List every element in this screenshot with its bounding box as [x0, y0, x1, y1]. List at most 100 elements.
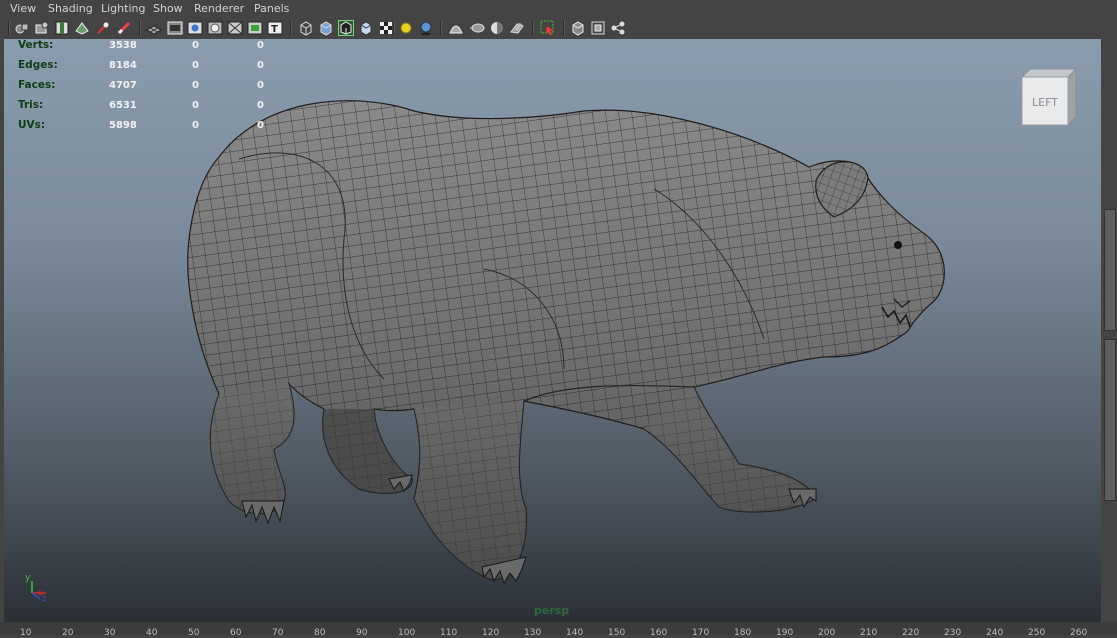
xray-components-icon[interactable]	[610, 20, 626, 36]
ruler-tick: 190	[776, 628, 794, 638]
view-cube[interactable]: LEFT	[1016, 67, 1080, 129]
axis-y-label: y	[25, 573, 31, 583]
hud-edges-value: 8184	[109, 60, 137, 71]
hud-faces-label: Faces:	[18, 79, 56, 91]
time-slider-ruler[interactable]: 10 20 30 40 50 60 70 80 90 100 110 120 1…	[0, 622, 1117, 638]
view-cube-face-label[interactable]: LEFT	[1032, 96, 1058, 109]
motion-blur-icon[interactable]	[469, 20, 485, 36]
use-all-lights-icon[interactable]	[398, 20, 414, 36]
camera-name-label: persp	[534, 604, 570, 617]
ruler-tick: 250	[1028, 628, 1046, 638]
hud-tris-label: Tris:	[18, 99, 44, 111]
isolate-select-icon[interactable]	[540, 20, 556, 36]
ruler-tick: 200	[818, 628, 836, 638]
grid-icon[interactable]	[146, 20, 162, 36]
select-camera-icon[interactable]	[14, 20, 30, 36]
grease-pencil-icon[interactable]	[116, 20, 132, 36]
ruler-tick: 100	[398, 628, 416, 638]
ruler-tick: 210	[860, 628, 878, 638]
smooth-shade-icon[interactable]	[318, 20, 334, 36]
toolbar-separator	[290, 21, 292, 35]
hud-uvs-value: 5898	[109, 120, 137, 131]
title-safe-text-icon[interactable]: T	[267, 20, 283, 36]
ruler-tick: 70	[272, 628, 284, 638]
textured-icon[interactable]	[378, 20, 394, 36]
multisample-aa-icon[interactable]	[489, 20, 505, 36]
axis-gizmo: y x z	[24, 571, 64, 603]
scrollbar-thumb-lower[interactable]	[1104, 339, 1116, 501]
menu-panels[interactable]: Panels	[254, 2, 289, 15]
toolbar-separator	[563, 21, 565, 35]
toolbar-separator	[532, 21, 534, 35]
menu-renderer[interactable]: Renderer	[194, 2, 244, 15]
ruler-tick: 240	[986, 628, 1004, 638]
hud-uvs-label: UVs:	[18, 119, 46, 131]
xray-joints-icon[interactable]	[590, 20, 606, 36]
hud-faces-value: 4707	[109, 80, 137, 91]
hud-tris-value: 6531	[109, 100, 137, 111]
hud-verts-value: 3538	[109, 40, 137, 51]
hud-faces-selected: 0	[192, 80, 199, 91]
hud-verts-tris: 0	[257, 40, 264, 51]
hud-uvs-selected: 0	[192, 120, 199, 131]
resolution-gate-icon[interactable]	[187, 20, 203, 36]
depth-of-field-icon[interactable]	[509, 20, 525, 36]
bookmark-icon[interactable]	[54, 20, 70, 36]
menu-shading[interactable]: Shading	[48, 2, 93, 15]
hud-tris-tris: 0	[257, 100, 264, 111]
ruler-tick: 10	[20, 628, 32, 638]
toolbar-separator	[139, 21, 141, 35]
bear-mesh[interactable]	[4, 39, 1101, 622]
camera-attributes-icon[interactable]	[34, 20, 50, 36]
gate-mask-icon[interactable]	[207, 20, 223, 36]
perspective-viewport[interactable]: Verts: 3538 0 0 Edges: 8184 0 0 Faces: 4…	[4, 39, 1101, 622]
axis-z-label: z	[42, 594, 46, 601]
viewport-right-scrollbar[interactable]	[1101, 39, 1117, 622]
title-safe-icon[interactable]	[247, 20, 263, 36]
ruler-tick: 50	[188, 628, 200, 638]
wireframe-icon[interactable]	[298, 20, 314, 36]
bear-body[interactable]	[154, 79, 974, 599]
ruler-tick: 30	[104, 628, 116, 638]
ruler-tick: 90	[356, 628, 368, 638]
scrollbar-thumb-upper[interactable]	[1104, 209, 1116, 331]
ruler-tick: 150	[608, 628, 626, 638]
image-plane-icon[interactable]	[74, 20, 90, 36]
ruler-tick: 140	[566, 628, 584, 638]
hud-verts-label: Verts:	[18, 39, 54, 51]
svg-text:T: T	[271, 24, 278, 35]
menu-view[interactable]: View	[10, 2, 36, 15]
toolbar-separator	[440, 21, 442, 35]
ruler-tick: 170	[692, 628, 710, 638]
hud-edges-label: Edges:	[18, 59, 58, 71]
panel-menu-bar: View Shading Lighting Show Renderer Pane…	[0, 0, 1117, 17]
ruler-tick: 120	[482, 628, 500, 638]
toolbar-separator	[393, 21, 395, 35]
bear-eye	[894, 241, 902, 249]
two-d-pan-zoom-icon[interactable]	[95, 20, 111, 36]
screen-space-ambient-occlusion-icon[interactable]	[448, 20, 464, 36]
ruler-tick: 80	[314, 628, 326, 638]
ruler-tick: 180	[734, 628, 752, 638]
default-material-icon[interactable]	[358, 20, 374, 36]
ruler-tick: 260	[1070, 628, 1088, 638]
ruler-tick: 130	[524, 628, 542, 638]
ruler-tick: 160	[650, 628, 668, 638]
wireframe-on-shaded-icon[interactable]	[338, 20, 354, 36]
menu-lighting[interactable]: Lighting	[101, 2, 145, 15]
shadows-icon[interactable]	[418, 20, 434, 36]
hud-edges-tris: 0	[257, 60, 264, 71]
ruler-tick: 220	[902, 628, 920, 638]
hud-verts-selected: 0	[192, 40, 199, 51]
ruler-tick: 110	[440, 628, 458, 638]
hud-tris-selected: 0	[192, 100, 199, 111]
toolbar-separator	[8, 21, 10, 35]
menu-show[interactable]: Show	[153, 2, 183, 15]
field-chart-icon[interactable]	[227, 20, 243, 36]
hud-edges-selected: 0	[192, 60, 199, 71]
hud-faces-tris: 0	[257, 80, 264, 91]
xray-icon[interactable]	[570, 20, 586, 36]
ruler-tick: 230	[944, 628, 962, 638]
film-gate-icon[interactable]	[167, 20, 183, 36]
ruler-tick: 40	[146, 628, 158, 638]
